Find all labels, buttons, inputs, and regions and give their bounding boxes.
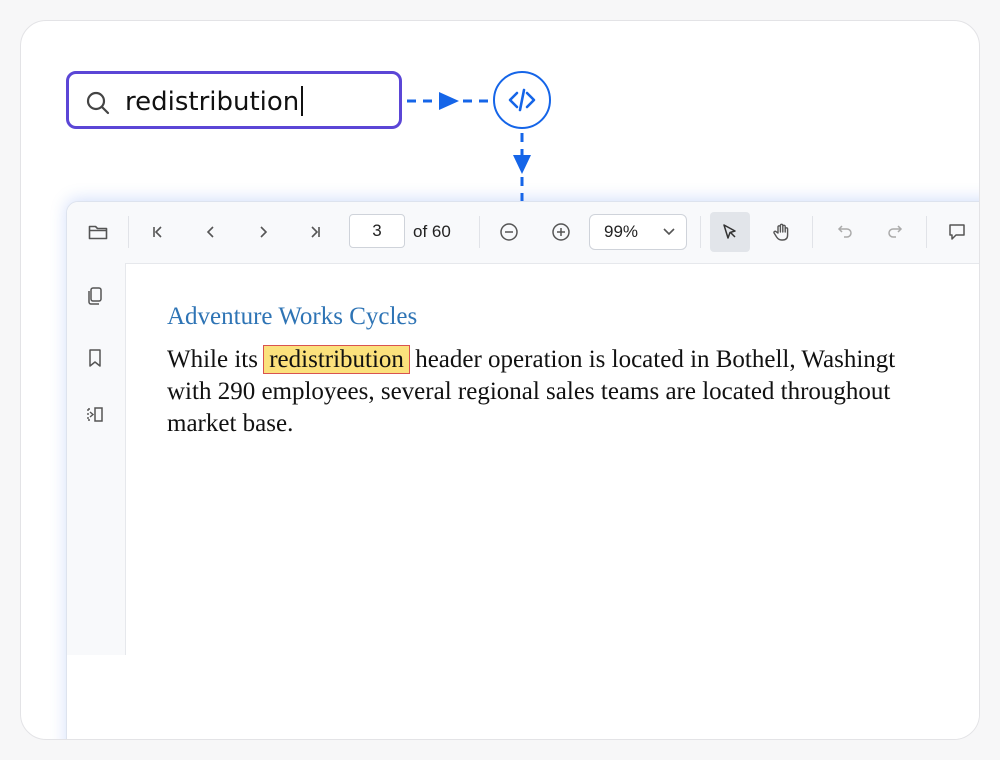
zoom-select[interactable]: 99% [589,214,687,250]
document-paragraph: While its redistribution header operatio… [167,344,895,440]
folder-icon[interactable] [85,219,111,245]
next-page-icon[interactable] [250,219,276,245]
pan-hand-icon[interactable] [769,219,795,245]
page-thumbnails-icon[interactable] [84,285,108,309]
paragraph-line: with 290 employees, several regional sal… [167,378,891,405]
page-number-input[interactable]: 3 [349,214,405,248]
zoom-in-icon[interactable] [548,219,574,245]
redo-icon[interactable] [883,219,909,245]
previous-page-icon[interactable] [198,219,224,245]
search-input[interactable]: redistribution [125,86,304,117]
viewer-toolbar: 3 of 60 99% [67,202,979,264]
search-highlight: redistribution [263,345,410,374]
code-icon [493,71,551,129]
divider [479,216,480,248]
pdf-viewer: 3 of 60 99% Adventure Works Cycles While… [66,201,979,739]
page-count-label: of 60 [413,222,451,241]
divider [700,216,701,248]
text-caret [301,86,304,116]
zoom-value: 99% [604,222,639,241]
text-select-icon[interactable] [710,212,750,252]
divider [128,216,129,248]
paragraph-line: market base. [167,410,294,437]
divider [812,216,813,248]
chevron-down-icon [663,228,675,236]
first-page-icon[interactable] [145,219,171,245]
undo-icon[interactable] [831,219,857,245]
divider [926,216,927,248]
organize-pages-icon[interactable] [84,404,108,428]
last-page-icon[interactable] [302,219,328,245]
bookmark-icon[interactable] [84,347,108,371]
search-box[interactable]: redistribution [66,71,402,129]
text-run: While its [167,346,258,373]
search-icon [85,90,111,116]
text-run: header operation is located in Bothell, … [408,346,896,373]
comment-icon[interactable] [944,219,970,245]
viewer-sidebar [67,263,126,655]
paragraph-line: While its redistribution header operatio… [167,344,895,376]
main-card: redistribution 3 of 60 99% Adventure Wor… [20,20,980,740]
zoom-out-icon[interactable] [496,219,522,245]
document-page: Adventure Works Cycles While its redistr… [167,302,895,440]
document-heading: Adventure Works Cycles [167,303,418,330]
